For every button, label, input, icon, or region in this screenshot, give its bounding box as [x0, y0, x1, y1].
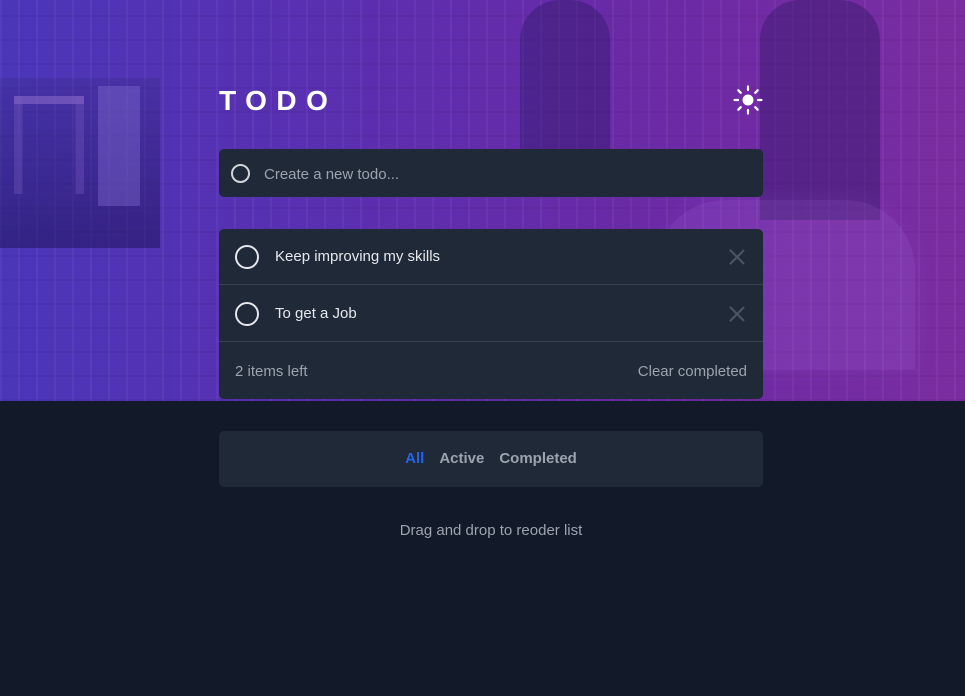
filter-active[interactable]: Active — [439, 449, 484, 469]
hero-arch — [760, 0, 880, 220]
todo-text: To get a Job — [275, 305, 357, 322]
items-left-count: 2 items left — [235, 363, 308, 380]
todo-item: To get a Job — [219, 286, 763, 342]
filter-all[interactable]: All — [405, 449, 424, 469]
todo-item: Keep improving my skills — [219, 229, 763, 285]
sun-icon — [733, 85, 763, 115]
drag-drop-hint: Drag and drop to reoder list — [399, 522, 583, 539]
todo-list-panel: Keep improving my skills To get a Job 2 … — [219, 229, 763, 399]
delete-todo-button[interactable] — [727, 247, 747, 267]
clear-completed-button[interactable]: Clear completed — [638, 362, 747, 382]
filter-completed[interactable]: Completed — [499, 449, 577, 469]
todo-checkbox[interactable] — [235, 302, 259, 326]
todo-checkbox[interactable] — [235, 245, 259, 269]
new-todo-composer — [219, 149, 763, 197]
new-todo-input[interactable] — [262, 162, 736, 186]
header-bar: TODO — [219, 83, 763, 119]
todo-app: TODO Create a new todo... Keep improving… — [0, 0, 965, 696]
todo-list-footer: 2 items left Clear completed — [219, 343, 763, 399]
new-todo-circle-icon — [231, 164, 250, 183]
page-title: TODO — [219, 85, 338, 116]
todo-text: Keep improving my skills — [275, 248, 441, 265]
theme-toggle-button[interactable] — [733, 85, 763, 115]
hero-photo-detail — [0, 78, 160, 248]
main-content: TODO Create a new todo... Keep improving… — [219, 0, 763, 696]
filter-bar: All Active Completed — [219, 431, 763, 487]
delete-todo-button[interactable] — [727, 304, 747, 324]
